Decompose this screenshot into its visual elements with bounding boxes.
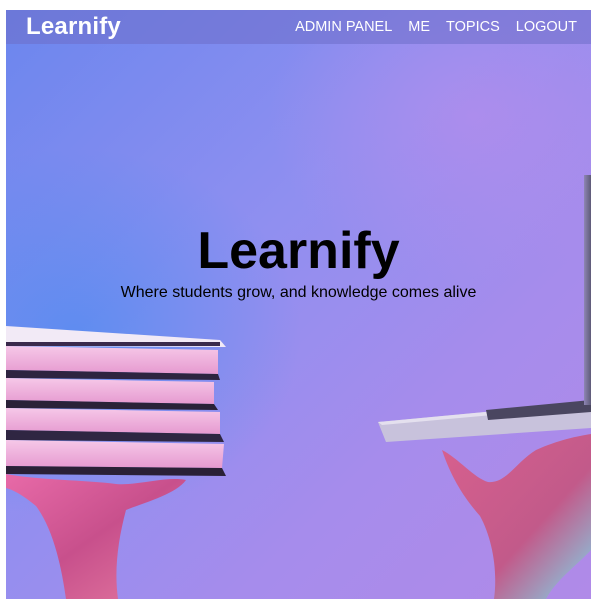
hero-photo — [6, 175, 591, 599]
nav-link-topics[interactable]: TOPICS — [446, 19, 500, 35]
book-stack — [6, 326, 226, 476]
right-hand — [442, 434, 591, 599]
nav-link-me[interactable]: ME — [408, 19, 430, 35]
app-frame: Learnify ADMIN PANEL ME TOPICS LOGOUT Le… — [6, 10, 591, 599]
nav-links: ADMIN PANEL ME TOPICS LOGOUT — [279, 19, 577, 35]
hero-title: Learnify — [197, 222, 400, 280]
nav-link-logout[interactable]: LOGOUT — [516, 19, 577, 35]
left-hand — [6, 474, 186, 599]
nav-link-admin-panel[interactable]: ADMIN PANEL — [295, 19, 392, 35]
hero-subtitle: Where students grow, and knowledge comes… — [120, 284, 477, 301]
laptop — [378, 175, 591, 442]
brand-logo[interactable]: Learnify — [26, 13, 121, 41]
top-navbar: Learnify ADMIN PANEL ME TOPICS LOGOUT — [6, 10, 591, 44]
